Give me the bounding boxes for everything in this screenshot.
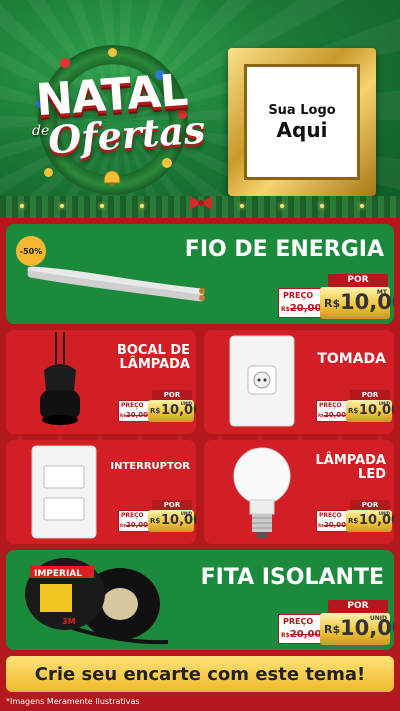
lamp-socket-image — [40, 332, 80, 425]
price-unit: UNID — [378, 511, 390, 516]
old-price: R$20,00 — [281, 629, 322, 640]
price-unit: UNID — [369, 615, 387, 622]
ornament-icon — [162, 158, 172, 168]
tape-brand-text: IMPERIAL — [34, 569, 82, 579]
wire-image — [27, 266, 205, 302]
new-price-box: R$ 10,00 UNID — [148, 400, 196, 422]
new-price-box: R$ 10,00 UNID — [346, 400, 394, 422]
product-name: LÂMPADA LED — [315, 454, 386, 481]
logo-placeholder[interactable]: Sua Logo Aqui — [244, 64, 360, 180]
product-name-line1: BOCAL DE — [116, 343, 190, 358]
light-icon — [360, 204, 364, 208]
price-por-label: POR — [152, 500, 192, 510]
price-currency: R$ — [348, 407, 359, 415]
old-price-box: PREÇO R$20,00 — [278, 614, 324, 644]
logo-text-line2: Aqui — [276, 117, 328, 142]
price-tag: POR PREÇO R$20,00 R$ 10,00 UNID — [316, 390, 394, 424]
light-icon — [100, 204, 104, 208]
price-por-label: POR — [350, 390, 390, 400]
switch-image — [31, 445, 97, 539]
old-price-label: PREÇO — [121, 512, 144, 519]
product-card-lampada-led[interactable]: LÂMPADA LED POR PREÇO R$20,00 R$ 10,00 U… — [204, 440, 394, 544]
new-price-box: R$ 10,00 UNID — [320, 613, 394, 645]
outlet-image — [229, 335, 295, 427]
old-price-box: PREÇO R$20,00 — [118, 510, 150, 532]
old-price: R$20,00 — [318, 411, 347, 419]
product-name: TOMADA — [317, 351, 386, 367]
logo-text-line1: Sua Logo — [268, 102, 336, 118]
price-tag: POR PREÇO R$20,00 R$ 10,00 UNID — [278, 600, 394, 646]
light-icon — [280, 204, 284, 208]
tape-maker-text: 3M — [62, 617, 76, 626]
price-currency: R$ — [150, 407, 161, 415]
price-unit: UNID — [378, 401, 390, 406]
price-unit: MT — [376, 289, 387, 296]
old-price-box: PREÇO R$20,00 — [316, 400, 348, 422]
ornament-icon — [60, 58, 70, 68]
product-card-bocal-de-lampada[interactable]: BOCAL DE LÂMPADA POR PREÇO R$20,00 R$ 10… — [6, 330, 196, 434]
price-currency: R$ — [150, 517, 161, 525]
old-price-label: PREÇO — [283, 617, 314, 626]
price-por-label: POR — [350, 500, 390, 510]
old-price-box: PREÇO R$20,00 — [316, 510, 348, 532]
ornament-icon — [44, 168, 53, 177]
price-currency: R$ — [324, 297, 341, 310]
product-card-interruptor[interactable]: INTERRUPTOR POR PREÇO R$20,00 R$ 10,00 U… — [6, 440, 196, 544]
bell-icon — [103, 170, 121, 186]
price-tag: POR PREÇO R$20,00 R$ 10,00 MT — [278, 274, 394, 320]
old-price: R$20,00 — [120, 521, 149, 529]
new-price-box: R$ 10,00 MT — [320, 287, 394, 319]
old-price: R$20,00 — [120, 411, 149, 419]
price-currency: R$ — [324, 623, 341, 636]
price-currency: R$ — [348, 517, 359, 525]
product-name-line2: LÂMPADA — [119, 356, 190, 372]
insulating-tape-image: IMPERIAL 3M — [25, 558, 169, 645]
price-por-label: POR — [328, 274, 388, 287]
new-price-box: R$ 10,00 UNID — [346, 510, 394, 532]
old-price-label: PREÇO — [121, 402, 144, 409]
light-icon — [140, 204, 144, 208]
light-icon — [240, 204, 244, 208]
light-icon — [20, 204, 24, 208]
product-card-fio-de-energia[interactable]: -50% FIO DE ENERGIA POR PREÇO R$20,00 R$… — [6, 224, 394, 324]
light-icon — [60, 204, 64, 208]
old-price: R$20,00 — [318, 521, 347, 529]
old-price-box: PREÇO R$20,00 — [278, 288, 324, 318]
price-tag: POR PREÇO R$20,00 R$ 10,00 UNID — [316, 500, 394, 534]
price-tag: POR PREÇO R$20,00 R$ 10,00 UNID — [118, 500, 196, 534]
product-name: BOCAL DE LÂMPADA — [117, 344, 190, 371]
price-unit: UNID — [180, 511, 192, 516]
product-name-line2: LED — [358, 466, 386, 482]
bow-icon — [190, 196, 212, 210]
old-price: R$20,00 — [281, 303, 322, 314]
old-price-label: PREÇO — [319, 512, 342, 519]
old-price-label: PREÇO — [283, 291, 314, 300]
hero-banner: NATAL de Ofertas Sua Logo Aqui — [0, 0, 400, 215]
new-price-box: R$ 10,00 UNID — [148, 510, 196, 532]
price-por-label: POR — [152, 390, 192, 400]
cta-banner[interactable]: Crie seu encarte com este tema! — [6, 656, 394, 692]
product-card-fita-isolante[interactable]: IMPERIAL 3M FITA ISOLANTE POR PREÇO R$20… — [6, 550, 394, 650]
price-tag: POR PREÇO R$20,00 R$ 10,00 UNID — [118, 390, 196, 424]
old-price-box: PREÇO R$20,00 — [118, 400, 150, 422]
logo-frame: Sua Logo Aqui — [228, 48, 376, 196]
product-card-tomada[interactable]: TOMADA POR PREÇO R$20,00 R$ 10,00 UNID — [204, 330, 394, 434]
product-name: FITA ISOLANTE — [200, 565, 384, 590]
light-icon — [320, 204, 324, 208]
disclaimer-text: *Imagens Meramente Ilustrativas — [6, 697, 140, 706]
old-price-label: PREÇO — [319, 402, 342, 409]
led-bulb-image — [233, 447, 291, 538]
product-name-line1: LÂMPADA — [315, 453, 386, 468]
product-name: INTERRUPTOR — [110, 461, 190, 472]
price-por-label: POR — [328, 600, 388, 613]
product-name: FIO DE ENERGIA — [184, 237, 384, 262]
ornament-icon — [108, 48, 117, 57]
price-unit: UNID — [180, 401, 192, 406]
